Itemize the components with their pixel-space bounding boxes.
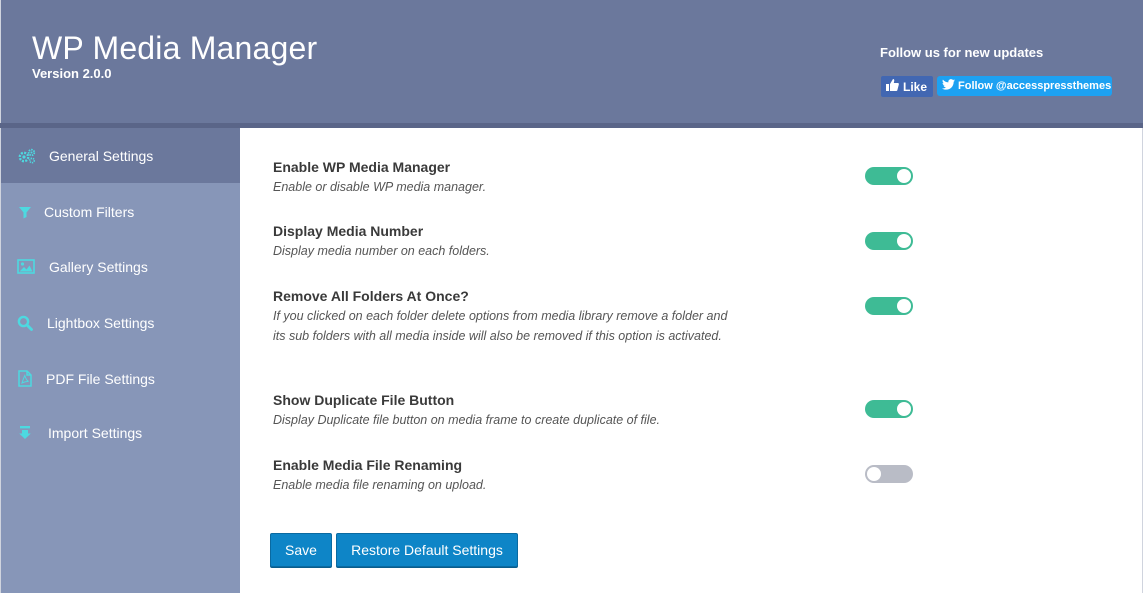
setting-remove-all-folders: Remove All Folders At Once? If you click…: [273, 287, 733, 346]
sidebar-item-import-settings[interactable]: Import Settings: [1, 405, 241, 460]
app-version: Version 2.0.0: [32, 66, 112, 81]
search-icon: [15, 313, 35, 333]
sidebar-item-label: Lightbox Settings: [47, 314, 155, 331]
setting-title: Enable WP Media Manager: [273, 159, 451, 175]
twitter-follow-button[interactable]: Follow @accesspressthemes: [937, 76, 1112, 96]
sidebar-item-label: Gallery Settings: [49, 258, 148, 275]
setting-display-media-number: Display Media Number Display media numbe…: [273, 222, 733, 262]
sidebar-item-custom-filters[interactable]: Custom Filters: [1, 184, 241, 239]
toggle-show-duplicate-file-button[interactable]: [865, 400, 913, 418]
toggle-enable-wp-media-manager[interactable]: [865, 167, 913, 185]
settings-sidebar: General Settings Custom Filters Gallery …: [0, 128, 241, 593]
setting-description: If you clicked on each folder delete opt…: [273, 309, 728, 343]
setting-enable-wp-media-manager: Enable WP Media Manager Enable or disabl…: [273, 158, 733, 198]
toggle-knob: [897, 402, 911, 416]
sidebar-item-label: General Settings: [49, 147, 154, 164]
setting-description: Enable or disable WP media manager.: [273, 180, 487, 194]
facebook-like-button[interactable]: Like: [881, 76, 933, 97]
settings-panel: Enable WP Media Manager Enable or disabl…: [240, 128, 1143, 593]
setting-description: Display Duplicate file button on media f…: [273, 413, 661, 427]
toggle-knob: [867, 467, 881, 481]
gears-icon: [17, 146, 37, 166]
sidebar-item-label: Custom Filters: [44, 203, 135, 220]
pdf-file-icon: [15, 369, 35, 389]
toggle-display-media-number[interactable]: [865, 232, 913, 250]
setting-show-duplicate-file-button: Show Duplicate File Button Display Dupli…: [273, 391, 733, 431]
setting-enable-media-file-renaming: Enable Media File Renaming Enable media …: [273, 456, 733, 496]
setting-description: Display media number on each folders.: [273, 244, 490, 258]
toggle-knob: [897, 234, 911, 248]
setting-title: Display Media Number: [273, 223, 424, 239]
save-button[interactable]: Save: [270, 533, 332, 567]
image-icon: [16, 257, 36, 277]
setting-title: Remove All Folders At Once?: [273, 288, 469, 304]
sidebar-item-label: PDF File Settings: [46, 370, 155, 387]
setting-title: Show Duplicate File Button: [273, 392, 455, 408]
twitter-follow-label: Follow @accesspressthemes: [958, 80, 1112, 92]
sidebar-item-pdf-file-settings[interactable]: PDF File Settings: [1, 351, 241, 406]
import-icon: [15, 423, 35, 443]
follow-text: Follow us for new updates: [880, 45, 1044, 60]
toggle-enable-media-file-renaming[interactable]: [865, 465, 913, 483]
toggle-knob: [897, 169, 911, 183]
toggle-knob: [897, 299, 911, 313]
sidebar-item-gallery-settings[interactable]: Gallery Settings: [1, 239, 241, 294]
restore-default-settings-button[interactable]: Restore Default Settings: [336, 533, 518, 567]
filter-icon: [15, 202, 35, 222]
page-header: WP Media Manager Version 2.0.0 Follow us…: [0, 0, 1143, 123]
sidebar-item-label: Import Settings: [48, 424, 143, 441]
app-title: WP Media Manager: [32, 30, 318, 66]
twitter-bird-icon: [942, 79, 955, 93]
sidebar-item-lightbox-settings[interactable]: Lightbox Settings: [1, 295, 241, 350]
thumbs-up-icon: [886, 79, 899, 94]
sidebar-item-general-settings[interactable]: General Settings: [1, 128, 241, 183]
setting-title: Enable Media File Renaming: [273, 457, 463, 473]
toggle-remove-all-folders[interactable]: [865, 297, 913, 315]
like-label: Like: [903, 79, 928, 94]
setting-description: Enable media file renaming on upload.: [273, 478, 487, 492]
